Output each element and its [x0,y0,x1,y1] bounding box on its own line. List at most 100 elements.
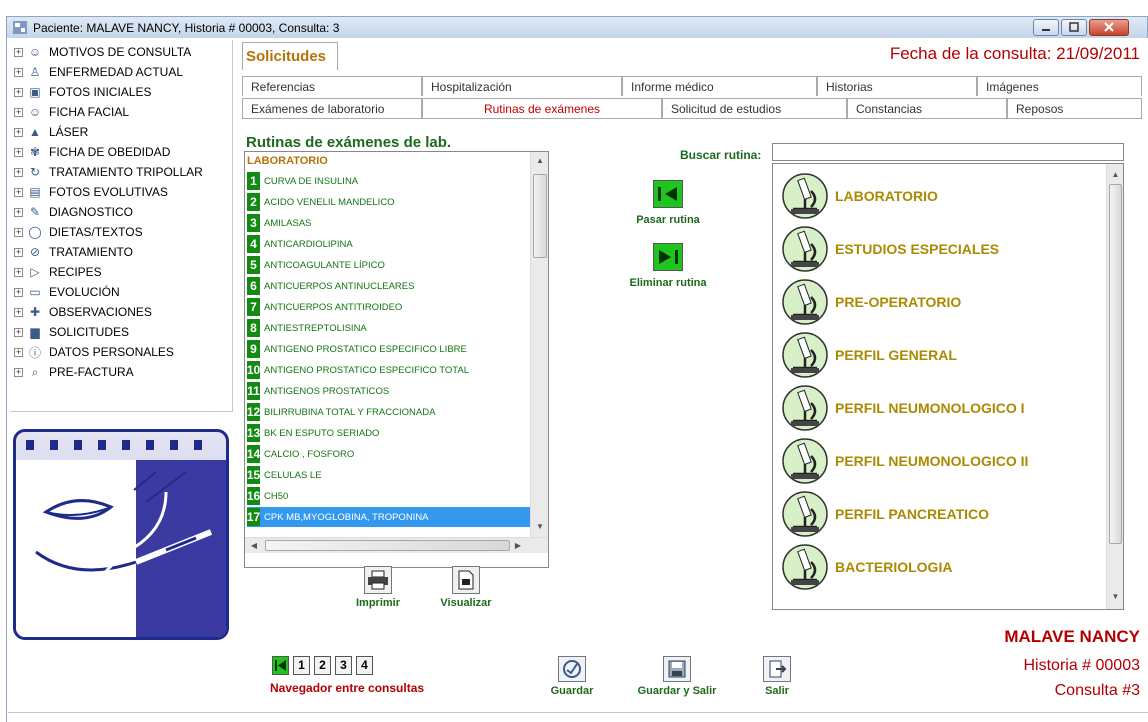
list-item[interactable]: 13 BK EN ESPUTO SERIADO [247,423,530,443]
tab-reposos[interactable]: Reposos [1007,98,1142,118]
nav-page-3[interactable]: 3 [335,656,352,675]
list-item[interactable]: 10 ANTIGENO PROSTATICO ESPECIFICO TOTAL [247,360,530,380]
guardar-button[interactable]: Guardar [540,656,604,697]
routines-scroll-down-icon[interactable]: ▼ [1107,592,1123,601]
list-item[interactable]: 17 CPK MB,MYOGLOBINA, TROPONINA [247,507,530,527]
expand-icon[interactable]: + [14,127,23,137]
tree-item[interactable]: + ☺ MOTIVOS DE CONSULTA [14,42,191,62]
routine-item[interactable]: LABORATORIO [777,170,938,222]
tab-referencias[interactable]: Referencias [242,76,422,96]
tree-item[interactable]: + ✚ OBSERVACIONES [14,302,152,322]
list-hscroll-thumb[interactable] [265,540,510,551]
expand-icon[interactable]: + [14,67,23,77]
routines-vertical-scrollbar[interactable]: ▲ ▼ [1106,164,1123,609]
list-item[interactable]: 7 ANTICUERPOS ANTITIROIDEO [247,297,530,317]
routine-item[interactable]: BACTERIOLOGIA [777,541,952,593]
salir-button[interactable]: Salir [757,656,797,697]
list-item[interactable]: 6 ANTICUERPOS ANTINUCLEARES [247,276,530,296]
expand-icon[interactable]: + [14,307,23,317]
list-item[interactable]: 3 AMILASAS [247,213,530,233]
list-item[interactable]: 14 CALCIO , FOSFORO [247,444,530,464]
tree-item[interactable]: + ▤ FOTOS EVOLUTIVAS [14,182,168,202]
expand-icon[interactable]: + [14,87,23,97]
tab-examenes-laboratorio[interactable]: Exámenes de laboratorio [242,98,422,118]
tree-item[interactable]: + ▆ SOLICITUDES [14,322,129,342]
tab-rutinas-examenes[interactable]: Rutinas de exámenes [422,98,662,118]
tree-item[interactable]: + ▭ EVOLUCIÓN [14,282,120,302]
nav-page-4[interactable]: 4 [356,656,373,675]
expand-icon[interactable]: + [14,227,23,237]
list-item[interactable]: 11 ANTIGENOS PROSTATICOS [247,381,530,401]
tree-item[interactable]: + ✾ FICHA DE OBEDIDAD [14,142,170,162]
tree-item[interactable]: + ▲ LÁSER [14,122,88,142]
tree-item[interactable]: + ✎ DIAGNOSTICO [14,202,133,222]
expand-icon[interactable]: + [14,207,23,217]
nav-page-2[interactable]: 2 [314,656,331,675]
tree-item[interactable]: + ⌕ PRE-FACTURA [14,362,134,382]
expand-icon[interactable]: + [14,327,23,337]
routine-item[interactable]: PERFIL PANCREATICO [777,488,989,540]
expand-icon[interactable]: + [14,247,23,257]
pasar-rutina-button[interactable]: Pasar rutina [626,180,710,226]
list-item[interactable]: 9 ANTIGENO PROSTATICO ESPECIFICO LIBRE [247,339,530,359]
expand-icon[interactable]: + [14,107,23,117]
eliminar-rutina-button[interactable]: Eliminar rutina [618,243,718,289]
tab-informe-medico[interactable]: Informe médico [622,76,817,96]
routine-item[interactable]: PERFIL NEUMONOLOGICO II [777,435,1028,487]
tree-item[interactable]: + ◯ DIETAS/TEXTOS [14,222,143,242]
list-vertical-scrollbar[interactable]: ▲ ▼ [530,152,548,537]
tree-item[interactable]: + ♙ ENFERMEDAD ACTUAL [14,62,183,82]
routine-item[interactable]: PERFIL NEUMONOLOGICO I [777,382,1025,434]
list-item[interactable]: 2 ACIDO VENELIL MANDELICO [247,192,530,212]
close-button[interactable] [1089,19,1129,36]
tree-item[interactable]: + ▷ RECIPES [14,262,102,282]
routine-item[interactable]: PERFIL GENERAL [777,329,957,381]
tree-item[interactable]: + ⓘ DATOS PERSONALES [14,342,174,362]
tree-item[interactable]: + ☺ FICHA FACIAL [14,102,129,122]
routines-scroll-thumb[interactable] [1109,184,1122,544]
list-horizontal-scrollbar[interactable]: ◀ ▶ [245,537,548,553]
list-item[interactable]: 5 ANTICOAGULANTE LÍPICO [247,255,530,275]
expand-icon[interactable]: + [14,347,23,357]
expand-icon[interactable]: + [14,287,23,297]
scroll-left-icon[interactable]: ◀ [249,541,259,550]
expand-icon[interactable]: + [14,167,23,177]
list-item[interactable]: 15 CELULAS LE [247,465,530,485]
tree-item[interactable]: + ↻ TRATAMIENTO TRIPOLLAR [14,162,203,182]
tab-solicitud-estudios[interactable]: Solicitud de estudios [662,98,847,118]
routine-item[interactable]: ESTUDIOS ESPECIALES [777,223,999,275]
list-item[interactable]: 16 CH50 [247,486,530,506]
routine-item[interactable]: PRE-OPERATORIO [777,276,961,328]
tab-solicitudes[interactable]: Solicitudes [242,42,338,70]
scroll-up-icon[interactable]: ▲ [531,156,548,165]
list-scroll-thumb[interactable] [533,174,547,258]
nav-first-button[interactable] [272,656,289,675]
routine-list[interactable]: LABORATORIO 1 CURVA DE INSULINA 2 ACIDO VEN… [244,151,549,568]
expand-icon[interactable]: + [14,267,23,277]
expand-icon[interactable]: + [14,187,23,197]
tree-item[interactable]: + ⊘ TRATAMIENTO [14,242,133,262]
tab-historias[interactable]: Historias [817,76,977,96]
scroll-right-icon[interactable]: ▶ [513,541,523,550]
expand-icon[interactable]: + [14,147,23,157]
visualize-button[interactable]: Visualizar [435,566,497,609]
tab-imagenes[interactable]: Imágenes [977,76,1142,96]
list-item[interactable]: 4 ANTICARDIOLIPINA [247,234,530,254]
minimize-button[interactable] [1033,19,1059,36]
routines-panel[interactable]: LABORATORIO ESTUDIOS ESPECIALES PRE-OPERAT… [772,163,1124,610]
list-item[interactable]: 8 ANTIESTREPTOLISINA [247,318,530,338]
print-button[interactable]: Imprimir [355,566,401,609]
search-input[interactable] [772,143,1124,161]
routines-scroll-up-icon[interactable]: ▲ [1107,170,1123,179]
expand-icon[interactable]: + [14,47,23,57]
expand-icon[interactable]: + [14,367,23,377]
tree-item[interactable]: + ▣ FOTOS INICIALES [14,82,151,102]
list-item[interactable]: 1 CURVA DE INSULINA [247,171,530,191]
list-item[interactable]: 12 BILIRRUBINA TOTAL Y FRACCIONADA [247,402,530,422]
tab-hospitalizacion[interactable]: Hospitalización [422,76,622,96]
maximize-button[interactable] [1061,19,1087,36]
scroll-down-icon[interactable]: ▼ [531,522,548,531]
tab-constancias[interactable]: Constancias [847,98,1007,118]
nav-page-1[interactable]: 1 [293,656,310,675]
guardar-salir-button[interactable]: Guardar y Salir [625,656,729,697]
